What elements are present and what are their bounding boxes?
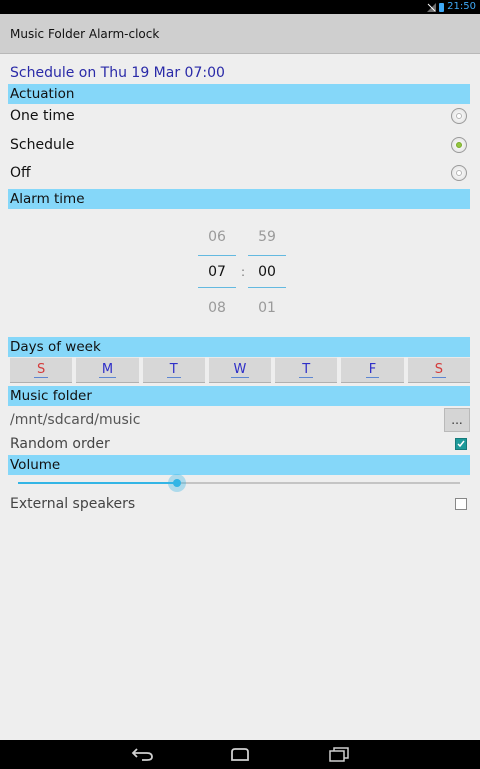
day-label: F <box>365 362 380 378</box>
option-one-time-label: One time <box>10 108 75 124</box>
schedule-summary: Schedule on Thu 19 Mar 07:00 <box>10 65 225 81</box>
external-speakers-checkbox[interactable] <box>455 498 467 510</box>
check-icon <box>457 440 465 448</box>
signal-icon <box>427 2 437 12</box>
status-time: 21:50 <box>447 1 476 12</box>
day-label: M <box>98 362 117 378</box>
day-button-monday[interactable]: M <box>76 357 139 383</box>
back-icon[interactable] <box>131 746 155 762</box>
day-label: T <box>299 362 314 378</box>
day-button-wednesday[interactable]: W <box>208 357 272 383</box>
battery-icon <box>439 2 445 12</box>
day-label: T <box>166 362 181 378</box>
minute-next[interactable]: 01 <box>248 300 286 316</box>
volume-slider-thumb[interactable] <box>168 474 186 492</box>
day-label: S <box>431 362 446 378</box>
day-label: W <box>230 362 250 378</box>
option-schedule[interactable]: Schedule <box>10 134 470 158</box>
day-button-thursday[interactable]: T <box>275 357 338 383</box>
section-music-folder: Music folder <box>8 386 470 406</box>
days-row: S M T W T F S <box>10 357 470 383</box>
minute-value[interactable]: 00 <box>248 264 286 280</box>
day-label: S <box>34 362 49 378</box>
hour-divider-bottom <box>198 287 236 288</box>
external-speakers-label: External speakers <box>10 496 136 512</box>
navigation-bar <box>0 740 480 769</box>
minute-prev[interactable]: 59 <box>248 229 286 245</box>
status-bar: 21:50 <box>0 0 480 14</box>
day-button-sunday[interactable]: S <box>10 357 73 383</box>
section-volume: Volume <box>8 455 470 475</box>
day-button-saturday[interactable]: S <box>407 357 470 383</box>
hour-prev[interactable]: 06 <box>198 229 236 245</box>
status-icons: 21:50 <box>427 0 476 14</box>
action-bar: Music Folder Alarm-clock <box>0 14 480 54</box>
time-picker: 06 07 08 : 59 00 01 <box>190 224 300 324</box>
volume-slider[interactable] <box>18 474 460 492</box>
radio-one-time[interactable] <box>451 108 467 124</box>
random-order-label: Random order <box>10 436 110 452</box>
recent-apps-icon[interactable] <box>327 746 351 762</box>
minute-divider-top <box>248 255 286 256</box>
option-off-label: Off <box>10 165 31 181</box>
section-actuation: Actuation <box>8 84 470 104</box>
section-alarm-time: Alarm time <box>8 189 470 209</box>
music-folder-path: /mnt/sdcard/music <box>10 412 141 428</box>
radio-schedule[interactable] <box>451 137 467 153</box>
section-days-of-week: Days of week <box>8 337 470 357</box>
hour-divider-top <box>198 255 236 256</box>
volume-slider-fill <box>18 482 177 484</box>
option-off[interactable]: Off <box>10 162 470 186</box>
radio-off[interactable] <box>451 165 467 181</box>
day-button-friday[interactable]: F <box>341 357 404 383</box>
time-separator: : <box>240 265 246 279</box>
browse-folder-button[interactable]: ... <box>444 408 470 432</box>
day-button-tuesday[interactable]: T <box>142 357 205 383</box>
minute-divider-bottom <box>248 287 286 288</box>
option-schedule-label: Schedule <box>10 137 75 153</box>
hour-next[interactable]: 08 <box>198 300 236 316</box>
app-title: Music Folder Alarm-clock <box>10 27 160 41</box>
radio-indicator <box>456 142 462 148</box>
random-order-checkbox[interactable] <box>455 438 467 450</box>
volume-slider-thumb-core <box>173 479 181 487</box>
radio-indicator <box>456 113 462 119</box>
home-icon[interactable] <box>228 746 252 762</box>
radio-indicator <box>456 170 462 176</box>
option-one-time[interactable]: One time <box>10 105 470 129</box>
hour-value[interactable]: 07 <box>198 264 236 280</box>
